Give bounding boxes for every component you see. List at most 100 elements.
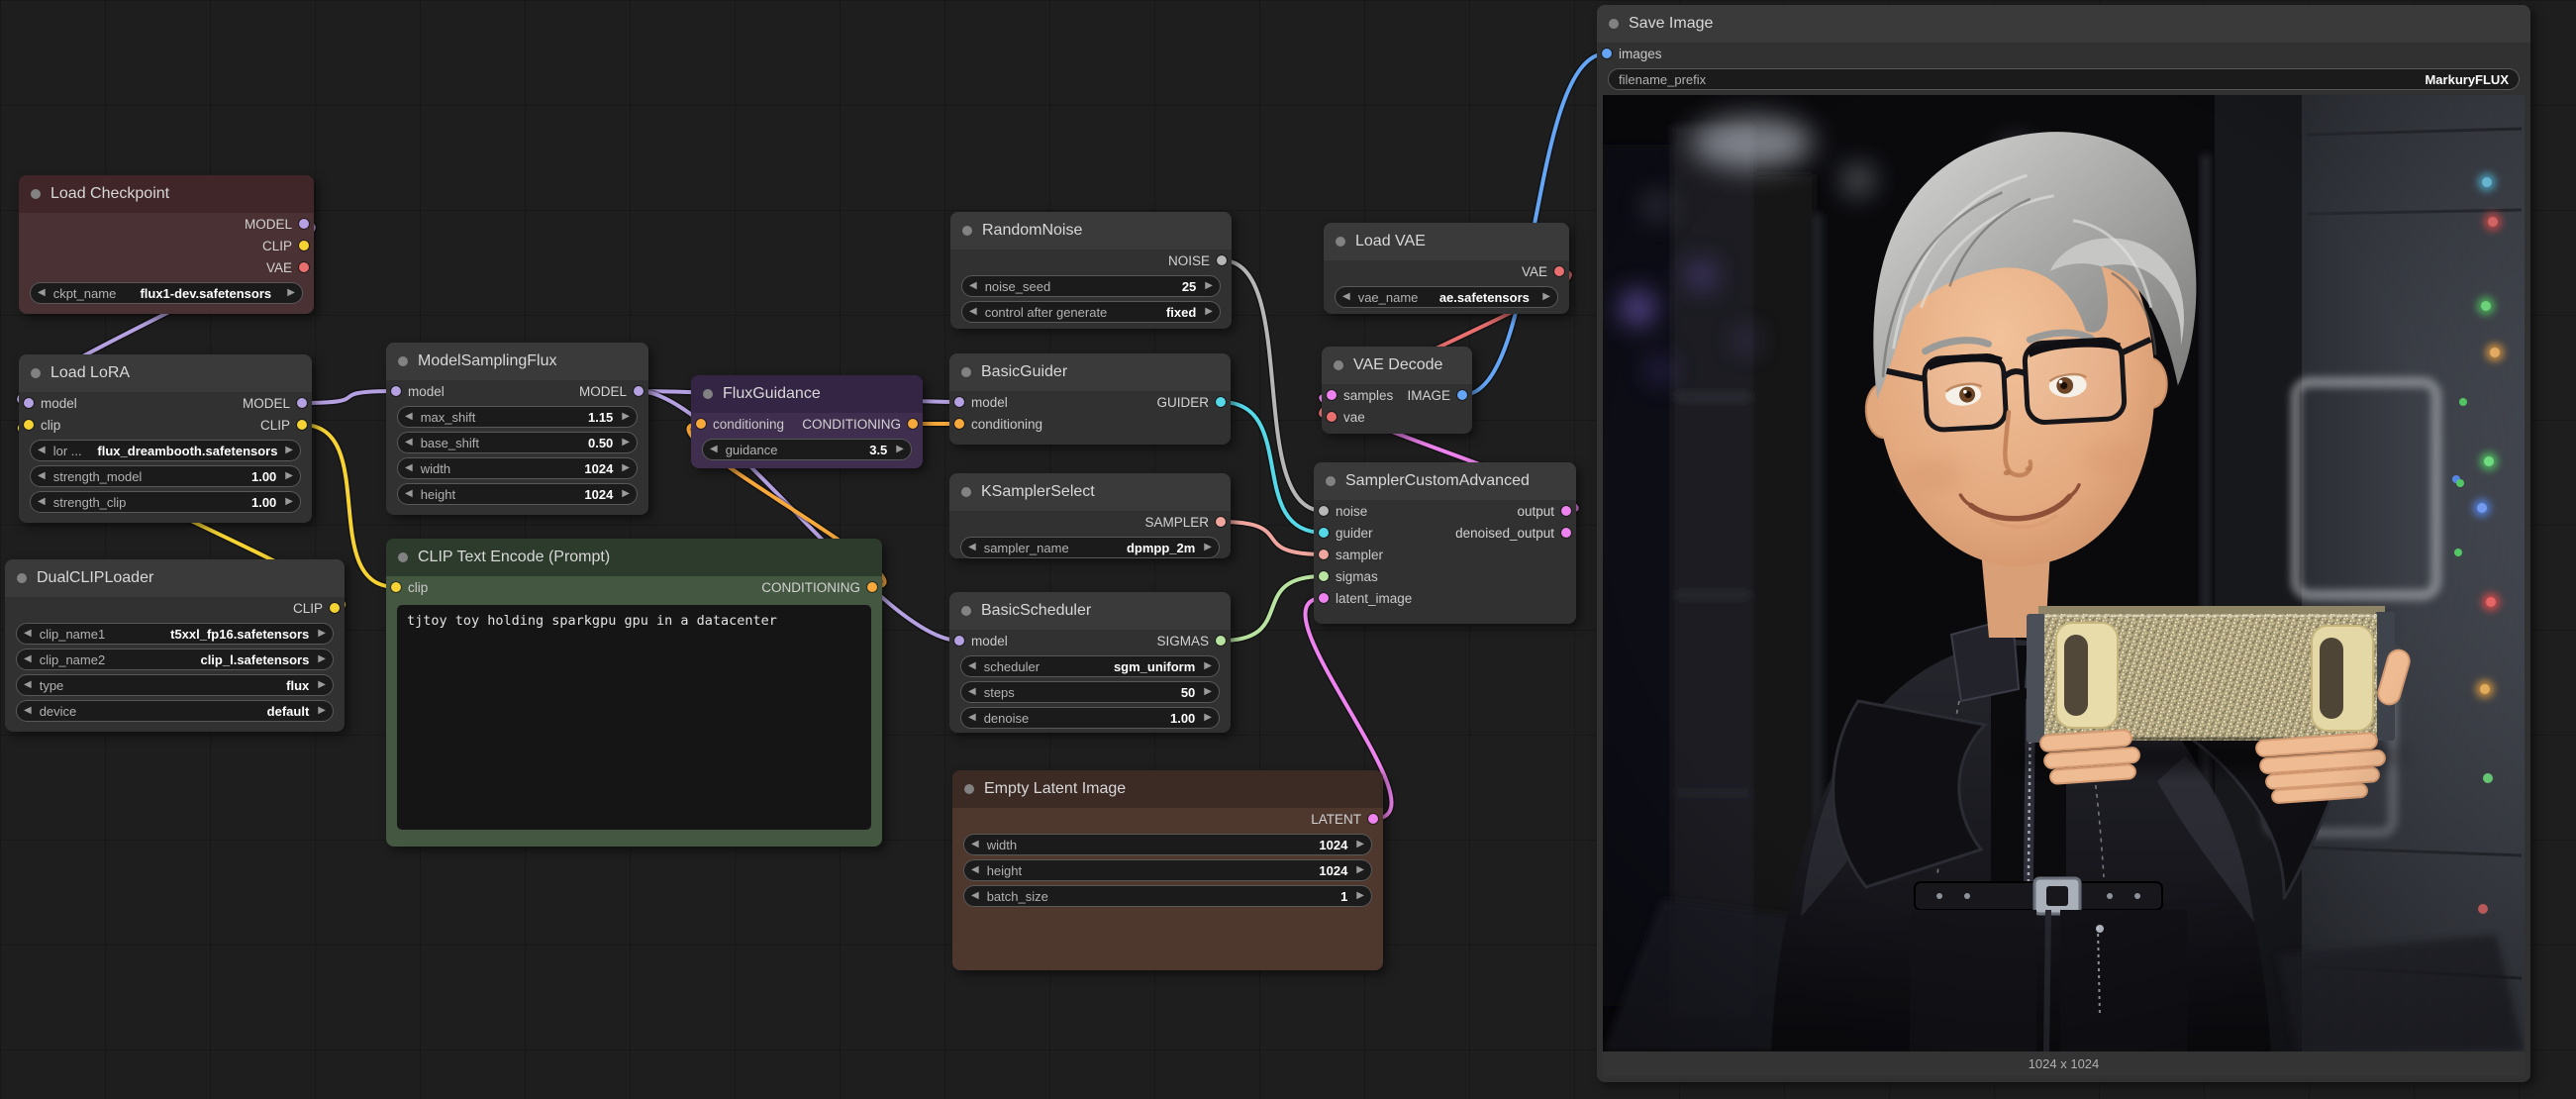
input-port-clip[interactable]	[24, 420, 34, 430]
collapse-dot[interactable]	[961, 367, 971, 377]
widget-denoise[interactable]: ◀denoise1.00▶	[960, 707, 1220, 729]
increment-arrow-icon[interactable]: ▶	[285, 497, 293, 507]
node-sampler-custom-advanced[interactable]: SamplerCustomAdvancednoiseoutputguiderde…	[1314, 462, 1576, 624]
decrement-arrow-icon[interactable]: ◀	[968, 713, 976, 723]
output-port-CLIP[interactable]	[299, 241, 309, 250]
node-header[interactable]: BasicGuider	[949, 353, 1231, 391]
widget-lor-[interactable]: ◀lor ...flux_dreambooth.safetensors▶	[30, 440, 301, 461]
node-dual-clip-loader[interactable]: DualCLIPLoaderCLIP◀clip_name1t5xxl_fp16.…	[5, 559, 345, 732]
prompt-textarea[interactable]: tjtoy toy holding sparkgpu gpu in a data…	[397, 605, 871, 830]
widget-control-after-generate[interactable]: ◀control after generatefixed▶	[961, 301, 1221, 323]
decrement-arrow-icon[interactable]: ◀	[38, 446, 46, 455]
collapse-dot[interactable]	[31, 368, 41, 378]
widget-ckpt-name[interactable]: ◀ckpt_nameflux1-dev.safetensors▶	[30, 282, 303, 304]
increment-arrow-icon[interactable]: ▶	[1204, 543, 1212, 552]
increment-arrow-icon[interactable]: ▶	[1205, 307, 1213, 317]
widget-strength-clip[interactable]: ◀strength_clip1.00▶	[30, 491, 301, 513]
collapse-dot[interactable]	[398, 552, 408, 562]
input-port-clip[interactable]	[391, 582, 401, 592]
node-header[interactable]: KSamplerSelect	[949, 473, 1231, 511]
widget-noise-seed[interactable]: ◀noise_seed25▶	[961, 275, 1221, 297]
decrement-arrow-icon[interactable]: ◀	[38, 471, 46, 481]
collapse-dot[interactable]	[961, 606, 971, 616]
widget-height[interactable]: ◀height1024▶	[397, 483, 638, 505]
decrement-arrow-icon[interactable]: ◀	[971, 891, 979, 901]
output-port-SIGMAS[interactable]	[1216, 636, 1226, 646]
node-model-sampling-flux[interactable]: ModelSamplingFluxmodelMODEL◀max_shift1.1…	[386, 343, 648, 515]
output-port-LATENT[interactable]	[1368, 814, 1378, 824]
output-port-NOISE[interactable]	[1217, 255, 1227, 265]
node-header[interactable]: CLIP Text Encode (Prompt)	[386, 539, 882, 576]
widget-strength-model[interactable]: ◀strength_model1.00▶	[30, 465, 301, 487]
collapse-dot[interactable]	[1609, 19, 1619, 29]
widget-sampler-name[interactable]: ◀sampler_namedpmpp_2m▶	[960, 537, 1220, 558]
output-port-CLIP[interactable]	[297, 420, 307, 430]
collapse-dot[interactable]	[1326, 476, 1336, 486]
decrement-arrow-icon[interactable]: ◀	[710, 445, 718, 454]
node-load-vae[interactable]: Load VAEVAE◀vae_nameae.safetensors▶	[1324, 223, 1569, 314]
output-port-denoised_output[interactable]	[1561, 528, 1571, 538]
increment-arrow-icon[interactable]: ▶	[285, 446, 293, 455]
node-basic-guider[interactable]: BasicGuidermodelGUIDERconditioning	[949, 353, 1231, 445]
input-port-model[interactable]	[391, 386, 401, 396]
widget-clip-name1[interactable]: ◀clip_name1t5xxl_fp16.safetensors▶	[16, 623, 334, 645]
decrement-arrow-icon[interactable]: ◀	[971, 840, 979, 849]
widget-batch-size[interactable]: ◀batch_size1▶	[963, 885, 1372, 907]
collapse-dot[interactable]	[962, 226, 972, 236]
increment-arrow-icon[interactable]: ▶	[896, 445, 904, 454]
input-port-guider[interactable]	[1319, 528, 1329, 538]
node-save-image[interactable]: Save Image images filename_prefix Markur…	[1597, 5, 2530, 1082]
decrement-arrow-icon[interactable]: ◀	[971, 865, 979, 875]
input-port-conditioning[interactable]	[954, 419, 964, 429]
decrement-arrow-icon[interactable]: ◀	[405, 438, 413, 448]
input-port-conditioning[interactable]	[696, 419, 706, 429]
decrement-arrow-icon[interactable]: ◀	[968, 687, 976, 697]
node-load-checkpoint[interactable]: Load CheckpointMODELCLIPVAE◀ckpt_nameflu…	[19, 175, 314, 314]
widget-vae-name[interactable]: ◀vae_nameae.safetensors▶	[1335, 286, 1558, 308]
decrement-arrow-icon[interactable]: ◀	[968, 661, 976, 671]
input-port-model[interactable]	[954, 397, 964, 407]
output-port-MODEL[interactable]	[634, 386, 644, 396]
node-flux-guidance[interactable]: FluxGuidanceconditioningCONDITIONING◀gui…	[691, 375, 923, 468]
input-port-model[interactable]	[24, 398, 34, 408]
collapse-dot[interactable]	[703, 389, 713, 399]
increment-arrow-icon[interactable]: ▶	[622, 438, 630, 448]
increment-arrow-icon[interactable]: ▶	[622, 489, 630, 499]
widget-width[interactable]: ◀width1024▶	[397, 457, 638, 479]
widget-base-shift[interactable]: ◀base_shift0.50▶	[397, 432, 638, 453]
output-port-VAE[interactable]	[1554, 266, 1564, 276]
increment-arrow-icon[interactable]: ▶	[285, 471, 293, 481]
node-basic-scheduler[interactable]: BasicSchedulermodelSIGMAS◀schedulersgm_u…	[949, 592, 1231, 733]
widget-width[interactable]: ◀width1024▶	[963, 834, 1372, 855]
decrement-arrow-icon[interactable]: ◀	[405, 463, 413, 473]
node-vae-decode[interactable]: VAE DecodesamplesIMAGEvae	[1322, 347, 1472, 434]
output-port-SAMPLER[interactable]	[1216, 517, 1226, 527]
widget-filename-prefix[interactable]: filename_prefix MarkuryFLUX	[1608, 68, 2520, 90]
increment-arrow-icon[interactable]: ▶	[1356, 891, 1364, 901]
output-port-MODEL[interactable]	[299, 219, 309, 229]
decrement-arrow-icon[interactable]: ◀	[969, 307, 977, 317]
decrement-arrow-icon[interactable]: ◀	[38, 288, 46, 298]
output-port-MODEL[interactable]	[297, 398, 307, 408]
decrement-arrow-icon[interactable]: ◀	[24, 680, 32, 690]
increment-arrow-icon[interactable]: ▶	[1205, 281, 1213, 291]
widget-guidance[interactable]: ◀guidance3.5▶	[702, 439, 912, 460]
increment-arrow-icon[interactable]: ▶	[318, 680, 326, 690]
node-clip-text-encode-prompt[interactable]: CLIP Text Encode (Prompt)clipCONDITIONIN…	[386, 539, 882, 847]
decrement-arrow-icon[interactable]: ◀	[24, 629, 32, 639]
output-port-CONDITIONING[interactable]	[867, 582, 877, 592]
widget-steps[interactable]: ◀steps50▶	[960, 681, 1220, 703]
decrement-arrow-icon[interactable]: ◀	[24, 654, 32, 664]
increment-arrow-icon[interactable]: ▶	[1356, 840, 1364, 849]
node-header[interactable]: ModelSamplingFlux	[386, 343, 648, 380]
increment-arrow-icon[interactable]: ▶	[318, 629, 326, 639]
node-header[interactable]: Load VAE	[1324, 223, 1569, 260]
widget-type[interactable]: ◀typeflux▶	[16, 674, 334, 696]
node-header[interactable]: FluxGuidance	[691, 375, 923, 413]
output-port-CLIP[interactable]	[330, 603, 340, 613]
decrement-arrow-icon[interactable]: ◀	[968, 543, 976, 552]
widget-scheduler[interactable]: ◀schedulersgm_uniform▶	[960, 655, 1220, 677]
increment-arrow-icon[interactable]: ▶	[287, 288, 295, 298]
increment-arrow-icon[interactable]: ▶	[1204, 687, 1212, 697]
increment-arrow-icon[interactable]: ▶	[1356, 865, 1364, 875]
